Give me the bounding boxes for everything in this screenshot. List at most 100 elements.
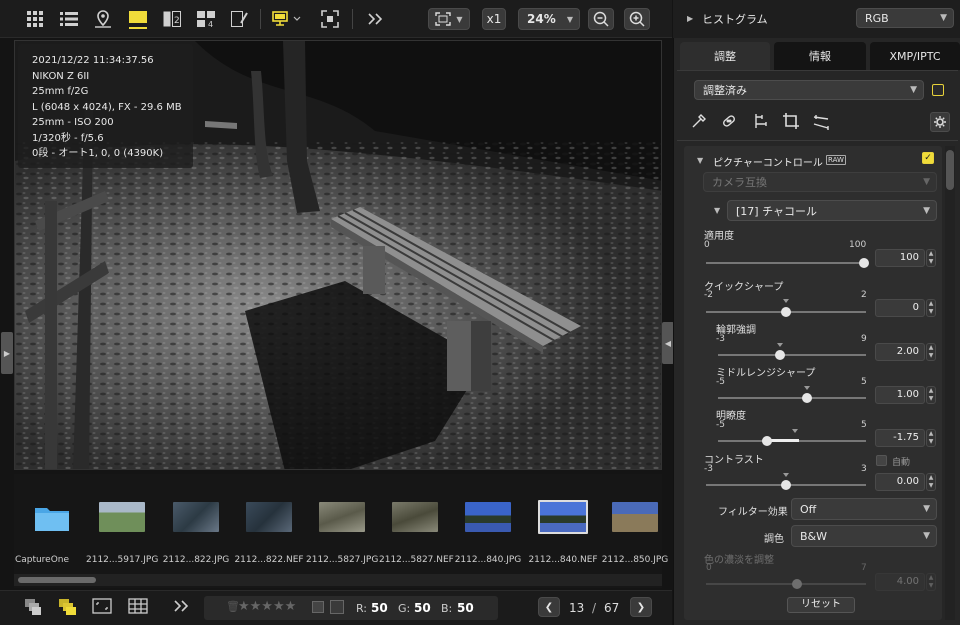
- display-settings-icon[interactable]: [270, 7, 306, 31]
- r-value: 50: [371, 601, 388, 615]
- auto-checkbox[interactable]: [876, 455, 887, 466]
- left-panel-toggle[interactable]: ▶: [1, 332, 13, 374]
- fit-screen-icon[interactable]: [318, 7, 342, 31]
- quick-sharp-value[interactable]: 0: [875, 299, 925, 317]
- info-datetime: 2021/12/22 11:34:37.56: [32, 55, 154, 66]
- zoom-level-select[interactable]: 24% ▼: [518, 8, 580, 30]
- tint-value[interactable]: 4.00: [875, 573, 925, 591]
- compare-2-icon[interactable]: 2: [161, 7, 183, 31]
- filmstrip-scroll-thumb[interactable]: [18, 577, 96, 583]
- apply-knob[interactable]: [859, 258, 869, 268]
- filmstrip-thumb[interactable]: [173, 502, 219, 532]
- straighten-icon[interactable]: [752, 112, 770, 134]
- zoom-out-button[interactable]: [588, 8, 614, 30]
- filmstrip-label: 2112...840.JPG: [454, 555, 522, 565]
- tab-adjust[interactable]: 調整: [680, 42, 770, 70]
- outline-track[interactable]: [718, 354, 866, 356]
- single-view-icon[interactable]: [126, 7, 150, 31]
- contrast-max: 3: [861, 464, 867, 474]
- outline-knob[interactable]: [775, 350, 785, 360]
- chevrons-right-icon[interactable]: [173, 599, 189, 616]
- section-title: ピクチャーコントロール: [713, 158, 823, 169]
- contrast-knob[interactable]: [781, 480, 791, 490]
- filmstrip-thumb[interactable]: [246, 502, 292, 532]
- perspective-icon[interactable]: [812, 112, 832, 134]
- filmstrip-thumb[interactable]: [99, 502, 145, 532]
- chevrons-right-icon[interactable]: [363, 7, 387, 31]
- filmstrip-thumb[interactable]: [465, 502, 511, 532]
- apply-value[interactable]: 100: [875, 249, 925, 267]
- filmstrip-thumb[interactable]: [319, 502, 365, 532]
- select-stack-icon[interactable]: [58, 598, 78, 619]
- filmstrip-thumb[interactable]: [612, 502, 658, 532]
- panel-scroll-thumb[interactable]: [946, 150, 954, 190]
- zoom-1x-button[interactable]: x1: [482, 8, 506, 30]
- outline-value[interactable]: 2.00: [875, 343, 925, 361]
- tint-knob[interactable]: [792, 579, 802, 589]
- picture-control-collapse-icon[interactable]: ▼: [714, 206, 720, 215]
- contrast-min: -3: [704, 464, 713, 474]
- stack-icon[interactable]: [24, 598, 42, 619]
- filmstrip-thumb-selected[interactable]: [538, 500, 588, 534]
- rating-stars[interactable]: ★★★★★: [238, 599, 296, 614]
- midrange-track[interactable]: [718, 397, 866, 399]
- filmstrip-label: 2112...5827.NEF: [379, 555, 454, 565]
- compare-4-icon[interactable]: 4: [195, 7, 217, 31]
- zoom-in-button[interactable]: [624, 8, 650, 30]
- apply-stepper[interactable]: ▲ ▼: [926, 249, 936, 267]
- clarity-stepper[interactable]: ▲ ▼: [926, 429, 936, 447]
- label-icon[interactable]: [312, 601, 324, 613]
- outline-stepper[interactable]: ▲ ▼: [926, 343, 936, 361]
- grid-view-icon[interactable]: [24, 7, 46, 31]
- section-enable-checkbox[interactable]: ✓: [922, 152, 934, 164]
- midrange-stepper[interactable]: ▲ ▼: [926, 386, 936, 404]
- filter-label: フィルター効果: [718, 507, 788, 518]
- preset-select[interactable]: 調整済み ▼: [694, 80, 924, 100]
- tone-select[interactable]: B&W ▼: [791, 525, 937, 547]
- panel-scrollbar[interactable]: [945, 146, 955, 620]
- midrange-knob[interactable]: [802, 393, 812, 403]
- camera-compat-select[interactable]: カメラ互換 ▼: [703, 172, 937, 192]
- contrast-value[interactable]: 0.00: [875, 473, 925, 491]
- quick-sharp-knob[interactable]: [781, 307, 791, 317]
- settings-button[interactable]: [930, 112, 950, 132]
- contrast-stepper[interactable]: ▲ ▼: [926, 473, 936, 491]
- tint-stepper[interactable]: ▲ ▼: [926, 573, 936, 591]
- edit-view-icon[interactable]: [229, 7, 251, 31]
- retouch-brush-icon[interactable]: [720, 112, 738, 134]
- filmstrip-scrollbar[interactable]: [14, 574, 662, 586]
- clarity-knob[interactable]: [762, 436, 772, 446]
- table-grid-icon[interactable]: [128, 598, 148, 617]
- quick-sharp-stepper[interactable]: ▲ ▼: [926, 299, 936, 317]
- eyedropper-icon[interactable]: [690, 112, 708, 134]
- tint-label: 色の濃淡を調整: [704, 555, 774, 566]
- map-pin-icon[interactable]: [92, 7, 114, 31]
- tab-info[interactable]: 情報: [774, 42, 866, 70]
- fullscreen-icon[interactable]: [92, 598, 112, 617]
- midrange-value[interactable]: 1.00: [875, 386, 925, 404]
- r-label: R:: [356, 602, 368, 615]
- fit-view-button[interactable]: ▼: [428, 8, 470, 30]
- filter-select[interactable]: Off ▼: [791, 498, 937, 520]
- crop-icon[interactable]: [782, 112, 800, 134]
- histogram-mode-select[interactable]: RGB ▼: [856, 8, 954, 28]
- reset-button[interactable]: リセット: [787, 597, 855, 613]
- preset-checkbox[interactable]: [932, 84, 944, 96]
- filmstrip-label: 2112...822.JPG: [162, 555, 230, 565]
- next-image-button[interactable]: ❯: [630, 597, 652, 617]
- folder-icon[interactable]: [34, 504, 70, 535]
- prev-image-button[interactable]: ❮: [538, 597, 560, 617]
- picture-control-select[interactable]: [17] チャコール ▼: [727, 200, 937, 221]
- list-view-icon[interactable]: [58, 7, 80, 31]
- chevron-right-icon: ❯: [636, 601, 646, 613]
- tint-track[interactable]: [706, 583, 866, 585]
- section-collapse-icon[interactable]: ▼: [697, 156, 703, 165]
- protect-icon[interactable]: [330, 600, 344, 614]
- apply-track[interactable]: [706, 262, 866, 264]
- clarity-max: 5: [861, 420, 867, 430]
- tab-xmp-iptc[interactable]: XMP/IPTC: [870, 42, 960, 70]
- histogram-expand-icon[interactable]: ▶: [687, 14, 693, 23]
- filmstrip-label: 2112...5917.JPG: [86, 555, 159, 565]
- clarity-value[interactable]: -1.75: [875, 429, 925, 447]
- filmstrip-thumb[interactable]: [392, 502, 438, 532]
